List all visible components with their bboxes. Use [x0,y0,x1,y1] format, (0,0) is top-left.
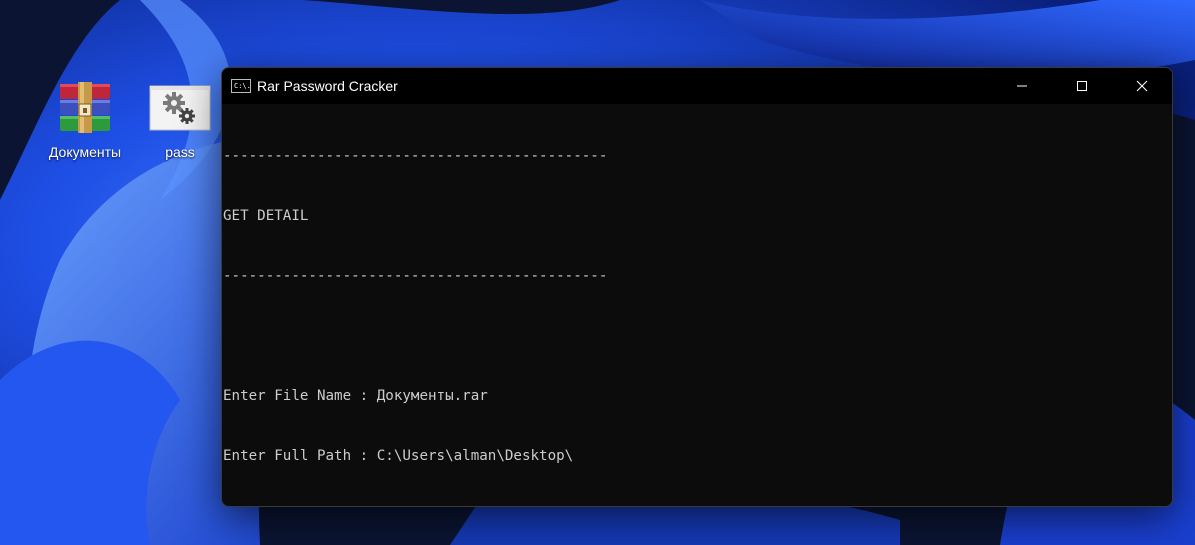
settings-file-icon [149,85,211,131]
desktop-icon-label: pass [165,144,195,160]
close-button[interactable] [1112,68,1172,104]
title-bar[interactable]: C:\. Rar Password Cracker [222,68,1172,104]
window-controls [992,68,1172,104]
console-app-icon-text: C:\. [234,82,251,90]
window-title: Rar Password Cracker [257,78,398,94]
desktop-icon-documents[interactable]: Документы [40,78,130,160]
terminal-line: ----------------------------------------… [223,148,608,164]
maximize-icon [1077,81,1087,91]
desktop-icon-label: Документы [48,144,122,160]
terminal-line: ----------------------------------------… [223,268,608,284]
desktop: Документы pass C:\. Rar Password Cracker… [0,0,1195,545]
console-app-icon: C:\. [231,79,251,93]
minimize-button[interactable] [992,68,1052,104]
winrar-archive-icon [60,82,110,133]
desktop-icon-pass[interactable]: pass [135,78,225,160]
terminal-output[interactable]: ----------------------------------------… [222,104,1172,506]
minimize-icon [1017,85,1027,87]
terminal-line: GET DETAIL [223,208,309,224]
terminal-line: Enter File Name : Документы.rar [223,388,488,404]
console-window[interactable]: C:\. Rar Password Cracker --------------… [221,67,1173,507]
close-icon [1136,80,1148,92]
terminal-line: Enter Full Path : C:\Users\alman\Desktop… [223,448,574,464]
maximize-button[interactable] [1052,68,1112,104]
